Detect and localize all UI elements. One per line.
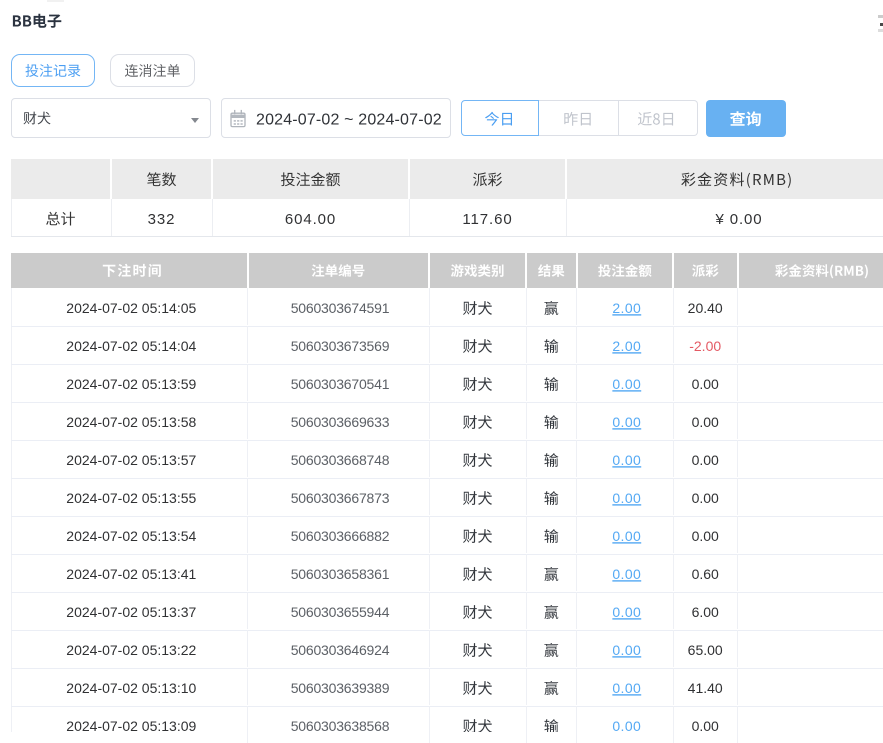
svg-text:0.00: 0.00	[612, 528, 641, 544]
svg-text:0.00: 0.00	[612, 604, 641, 620]
svg-text:-2.00: -2.00	[689, 338, 721, 354]
svg-text:0.00: 0.00	[692, 414, 719, 430]
svg-text:5060303667873: 5060303667873	[291, 490, 390, 506]
svg-text:20.40: 20.40	[688, 300, 723, 316]
svg-text:117.60: 117.60	[462, 211, 512, 228]
svg-text:2.00: 2.00	[612, 338, 641, 354]
svg-text:2024-07-02 05:13:09: 2024-07-02 05:13:09	[66, 718, 196, 732]
svg-text:6.00: 6.00	[692, 604, 719, 620]
svg-text:2024-07-02 05:13:22: 2024-07-02 05:13:22	[66, 642, 196, 658]
svg-text:0.00: 0.00	[612, 642, 641, 658]
svg-text:5060303668748: 5060303668748	[291, 452, 390, 468]
svg-text:5060303666882: 5060303666882	[291, 528, 390, 544]
svg-text:0.00: 0.00	[612, 414, 641, 430]
svg-text:2024-07-02 05:13:37: 2024-07-02 05:13:37	[66, 604, 196, 620]
svg-text:0.00: 0.00	[612, 680, 641, 696]
svg-text:2024-07-02 ~ 2024-07-02: 2024-07-02 ~ 2024-07-02	[256, 112, 442, 129]
svg-text:0.00: 0.00	[692, 490, 719, 506]
svg-text:0.00: 0.00	[692, 718, 719, 732]
svg-text:5060303670541: 5060303670541	[291, 376, 390, 392]
svg-text:2024-07-02 05:13:54: 2024-07-02 05:13:54	[66, 528, 196, 544]
svg-text:0.00: 0.00	[692, 528, 719, 544]
svg-text:5060303655944: 5060303655944	[291, 604, 390, 620]
svg-text:0.00: 0.00	[612, 376, 641, 392]
svg-text:0.00: 0.00	[692, 376, 719, 392]
svg-text:5060303646924: 5060303646924	[291, 642, 390, 658]
svg-text:5060303638568: 5060303638568	[291, 718, 390, 732]
svg-text:5060303658361: 5060303658361	[291, 566, 390, 582]
svg-text:2024-07-02 05:13:10: 2024-07-02 05:13:10	[66, 680, 196, 696]
svg-text:2024-07-02 05:14:04: 2024-07-02 05:14:04	[66, 338, 196, 354]
svg-text:5060303669633: 5060303669633	[291, 414, 390, 430]
svg-text:¥ 0.00: ¥ 0.00	[714, 211, 762, 228]
svg-text:5060303639389: 5060303639389	[291, 680, 390, 696]
svg-text:2024-07-02 05:13:55: 2024-07-02 05:13:55	[66, 490, 196, 506]
svg-text:5060303673569: 5060303673569	[291, 338, 390, 354]
svg-text:0.00: 0.00	[612, 452, 641, 468]
svg-text:2024-07-02 05:14:05: 2024-07-02 05:14:05	[66, 300, 196, 316]
svg-text:2024-07-02 05:13:57: 2024-07-02 05:13:57	[66, 452, 196, 468]
svg-text:604.00: 604.00	[285, 211, 336, 228]
svg-text:65.00: 65.00	[688, 642, 723, 658]
svg-text:5060303674591: 5060303674591	[291, 300, 390, 316]
svg-text:2.00: 2.00	[612, 300, 641, 316]
svg-text:332: 332	[148, 211, 176, 228]
svg-text:2024-07-02 05:13:58: 2024-07-02 05:13:58	[66, 414, 196, 430]
svg-text:0.00: 0.00	[612, 490, 641, 506]
svg-text:41.40: 41.40	[688, 680, 723, 696]
svg-text:0.60: 0.60	[692, 566, 719, 582]
svg-text:0.00: 0.00	[692, 452, 719, 468]
svg-text:2024-07-02 05:13:41: 2024-07-02 05:13:41	[66, 566, 196, 582]
svg-text:0.00: 0.00	[612, 566, 641, 582]
svg-text:2024-07-02 05:13:59: 2024-07-02 05:13:59	[66, 376, 196, 392]
svg-text:0.00: 0.00	[612, 718, 641, 732]
